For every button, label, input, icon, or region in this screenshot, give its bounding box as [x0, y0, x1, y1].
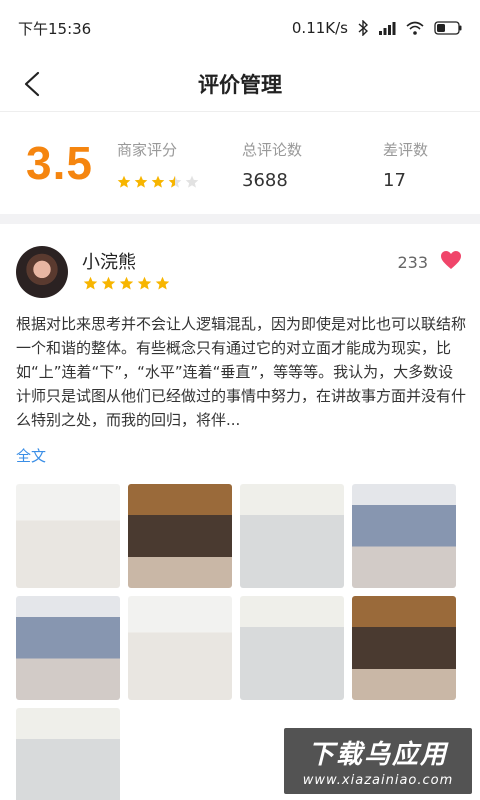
chevron-left-icon [24, 71, 40, 97]
watermark: 下载乌应用 www.xiazainiao.com [284, 728, 472, 794]
review-photo[interactable] [16, 484, 120, 588]
wifi-icon [406, 21, 424, 35]
rating-summary: 3.5 商家评分 总评论数 3688 差评数 17 [0, 112, 480, 214]
review-username: 小浣熊 [82, 252, 136, 273]
overall-score: 3.5 [26, 137, 93, 189]
heart-icon[interactable] [440, 250, 462, 274]
review-photo[interactable] [128, 484, 232, 588]
merchant-rating-stars [117, 175, 199, 189]
review-photo[interactable] [240, 484, 344, 588]
star-icon [185, 175, 199, 188]
watermark-title: 下载乌应用 [307, 740, 448, 770]
section-divider [0, 214, 480, 224]
star-icon [134, 175, 148, 188]
review-card: 小浣熊 233 根据对比来思考并不会让人逻辑混乱，因为即使是对比也可以联结称一个… [0, 224, 480, 800]
review-photo[interactable] [128, 596, 232, 700]
like-count: 233 [397, 252, 428, 272]
star-icon [119, 276, 134, 290]
page-title: 评价管理 [198, 72, 282, 97]
status-right: 0.11K/s [292, 19, 462, 37]
status-time: 下午15:36 [18, 19, 92, 38]
star-icon [101, 276, 116, 290]
review-stars [83, 276, 170, 291]
bad-reviews-value: 17 [383, 170, 406, 191]
star-icon [83, 276, 98, 290]
review-photo[interactable] [352, 484, 456, 588]
bad-reviews-label: 差评数 [383, 141, 429, 159]
bluetooth-icon [358, 20, 368, 36]
signal-icon [378, 21, 396, 35]
avatar[interactable] [16, 246, 68, 298]
review-text: 根据对比来思考并不会让人逻辑混乱，因为即使是对比也可以联结称一个和谐的整体。有些… [16, 315, 467, 429]
network-speed: 0.11K/s [291, 19, 348, 37]
review-photo[interactable] [16, 596, 120, 700]
review-photo[interactable] [352, 596, 456, 700]
watermark-url: www.xiazainiao.com [302, 773, 454, 788]
status-bar: 下午15:36 0.11K/s [0, 0, 480, 56]
star-icon [137, 276, 152, 290]
battery-icon [434, 21, 462, 35]
star-icon [155, 276, 170, 290]
nav-bar: 评价管理 [0, 56, 480, 112]
star-icon [151, 175, 165, 188]
full-text-link[interactable]: 全文 [16, 445, 46, 466]
like-group: 233 [397, 250, 462, 274]
back-button[interactable] [18, 70, 46, 98]
total-reviews-label: 总评论数 [242, 141, 303, 159]
review-photo[interactable] [240, 596, 344, 700]
total-reviews-value: 3688 [242, 170, 288, 191]
review-photo[interactable] [16, 708, 120, 800]
star-icon [168, 175, 182, 188]
star-icon [117, 175, 131, 188]
merchant-rating-label: 商家评分 [117, 141, 178, 159]
